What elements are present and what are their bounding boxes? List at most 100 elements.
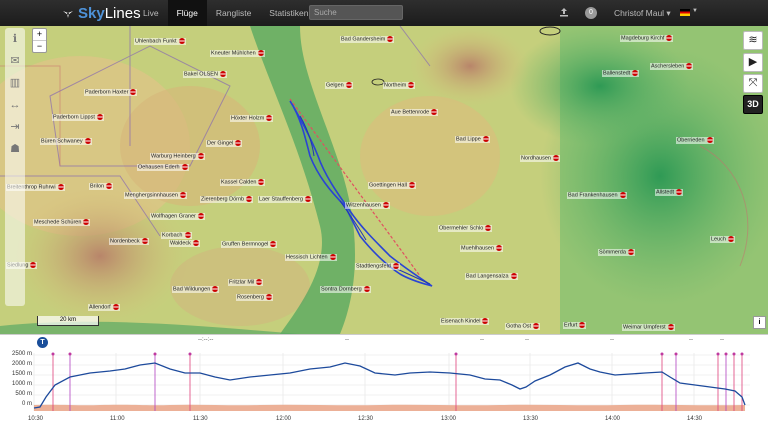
brand-logo[interactable]: Sky Lines: [62, 3, 141, 23]
airfield-label[interactable]: Allstedt: [655, 189, 684, 197]
airfield-label[interactable]: Nordhausen: [520, 155, 560, 163]
y-tick-label: 2000 m: [11, 361, 32, 367]
airfield-label[interactable]: Hessisch Lichten: [285, 254, 337, 262]
airfield-label[interactable]: Leuch: [710, 236, 735, 244]
language-caret-icon[interactable]: ▼: [692, 8, 698, 14]
user-menu[interactable]: Christof Maul ▾: [614, 0, 671, 26]
pilots-icon[interactable]: ☗: [5, 138, 25, 160]
scale-bar: 20 km: [37, 316, 99, 326]
map-sidebar: ℹ ✉ ▥ ↔ ⇥ ☗: [5, 28, 25, 306]
airfield-label[interactable]: Bad Langensalza: [465, 273, 518, 281]
glider-icon: [63, 11, 73, 18]
airfield-label[interactable]: Waldeck: [169, 240, 200, 248]
airfield-label[interactable]: Weimar Umpferst: [622, 324, 675, 332]
airfield-label[interactable]: Kassel Calden: [220, 179, 266, 187]
zoom-in-button[interactable]: +: [33, 29, 46, 40]
y-tick-label: 2500 m: [11, 351, 32, 357]
airfield-label[interactable]: Bad Gandersheim: [340, 36, 395, 44]
x-tick-label: 12:00: [276, 416, 292, 422]
airfield-label[interactable]: Eisenach Kindel: [440, 318, 490, 326]
nav-links: Live Flüge Rangliste Statistiken: [134, 0, 318, 26]
language-flag-icon[interactable]: [680, 9, 690, 16]
airfield-label[interactable]: Meschede Schüren: [33, 219, 91, 227]
airfield-label[interactable]: Erfurt: [563, 322, 587, 330]
airfield-label[interactable]: Oberrieden: [676, 137, 714, 145]
airfield-label[interactable]: Korbach: [161, 232, 192, 240]
upload-icon[interactable]: [559, 7, 569, 17]
airfield-label[interactable]: Paderborn Haxter: [84, 89, 138, 97]
nav-link-live[interactable]: Live: [134, 0, 168, 26]
marker-time-label: --:--:--: [198, 337, 214, 343]
attribution-info-button[interactable]: i: [753, 316, 766, 329]
airfield-label[interactable]: Bad Lippe: [455, 136, 490, 144]
airfield-label[interactable]: Zierenberg Dörnb: [200, 196, 254, 204]
x-tick-label: 11:00: [110, 416, 125, 422]
play-icon[interactable]: ▶: [743, 53, 763, 72]
barogram-panel[interactable]: T 2500 m 2000 m 1500 m 1000 m 500 m 0 m …: [0, 334, 768, 432]
airfield-label[interactable]: Fritzlar Mil: [228, 279, 264, 287]
nav-link-rangliste[interactable]: Rangliste: [207, 0, 260, 26]
layers-icon[interactable]: ≋: [743, 31, 763, 50]
airfield-label[interactable]: Laer Stauffenberg: [258, 196, 312, 204]
notification-badge[interactable]: 0: [585, 7, 597, 19]
airfield-label[interactable]: Sontra Dornberg: [320, 286, 371, 294]
comments-icon[interactable]: ✉: [5, 50, 25, 72]
airfield-label[interactable]: Bakel OLSEN: [183, 71, 227, 79]
y-tick-label: 1500 m: [11, 371, 32, 377]
airfield-label[interactable]: Aschersleben: [650, 63, 694, 71]
phase-icon[interactable]: ⇥: [5, 116, 25, 138]
airfield-label[interactable]: Kneuter Mühlchen: [210, 50, 265, 58]
zoom-control: + −: [32, 28, 47, 53]
airfield-label[interactable]: Gelgen: [325, 82, 353, 90]
airfield-label[interactable]: Witzenhausen: [345, 202, 390, 210]
navbar: Sky Lines Live Flüge Rangliste Statistike…: [0, 0, 768, 26]
airfield-label[interactable]: Obermehler Schlo: [438, 225, 493, 233]
marker-time-label: --: [720, 337, 724, 343]
distance-icon[interactable]: ↔: [5, 94, 25, 116]
zoom-out-button[interactable]: −: [33, 40, 46, 52]
airfield-label[interactable]: Aue Bettenrode: [390, 109, 439, 117]
chart-icon[interactable]: ▥: [5, 72, 25, 94]
fullscreen-icon[interactable]: ⤧: [743, 74, 763, 93]
y-tick-label: 0 m: [21, 401, 32, 407]
x-tick-label: 11:30: [193, 416, 208, 422]
map[interactable]: Uhlenbach Funkt Kneuter Mühlchen Bad Gan…: [0, 26, 768, 334]
search-input[interactable]: Suche: [309, 5, 403, 20]
airfield-label[interactable]: Warburg Heinberg: [150, 153, 205, 161]
airfield-label[interactable]: Gotha Ost: [505, 323, 541, 331]
y-tick-label: 1000 m: [11, 381, 32, 387]
airfield-label[interactable]: Büren Schwaney: [40, 138, 92, 146]
airfield-label[interactable]: Northeim: [383, 82, 416, 90]
marker-time-label: --: [610, 337, 614, 343]
brand-sky: Sky: [78, 4, 105, 22]
airfield-label[interactable]: Muehlhausen: [460, 245, 504, 253]
x-tick-label: 12:30: [358, 416, 374, 422]
airfield-label[interactable]: Gruffen Bermnogel: [221, 241, 278, 249]
airfield-label[interactable]: Sömmerda: [598, 249, 635, 257]
airfield-label[interactable]: Wolfhagen Graner: [150, 213, 205, 221]
airfield-label[interactable]: Bad Frankenhausen: [567, 192, 627, 200]
nav-link-fluege[interactable]: Flüge: [167, 0, 207, 26]
airfield-label[interactable]: Magdeburg Kirchf: [620, 35, 674, 43]
airfield-label[interactable]: Uhlenbach Funkt: [134, 38, 186, 46]
airfield-label[interactable]: Höxter Holzm: [230, 115, 274, 123]
airfield-label[interactable]: Nordenbeck: [109, 238, 149, 246]
timeline-badge[interactable]: T: [37, 337, 48, 348]
airfield-label[interactable]: Der Gingel: [206, 140, 243, 148]
x-tick-label: 13:30: [523, 416, 539, 422]
airfield-label[interactable]: Ballenstedt: [602, 70, 640, 78]
x-tick-label: 13:00: [441, 416, 457, 422]
airfield-label[interactable]: Bad Wildungen: [172, 286, 220, 294]
y-tick-label: 500 m: [15, 391, 32, 397]
x-tick-label: 14:30: [687, 416, 703, 422]
airfield-label[interactable]: Menghergsinnhausen: [124, 192, 187, 200]
info-icon[interactable]: ℹ: [5, 28, 25, 50]
airfield-label[interactable]: Paderborn Lippst: [52, 114, 104, 122]
airfield-label[interactable]: Rosenberg: [236, 294, 273, 302]
threed-button[interactable]: 3D: [743, 95, 763, 114]
airfield-label[interactable]: Allendorf: [88, 304, 120, 312]
airfield-label[interactable]: Stadtlengsfeld: [355, 263, 400, 271]
airfield-label[interactable]: Oehausen Ederh: [137, 164, 189, 172]
airfield-label[interactable]: Goettingen Hall: [368, 182, 416, 190]
airfield-label[interactable]: Brilon: [89, 183, 114, 191]
